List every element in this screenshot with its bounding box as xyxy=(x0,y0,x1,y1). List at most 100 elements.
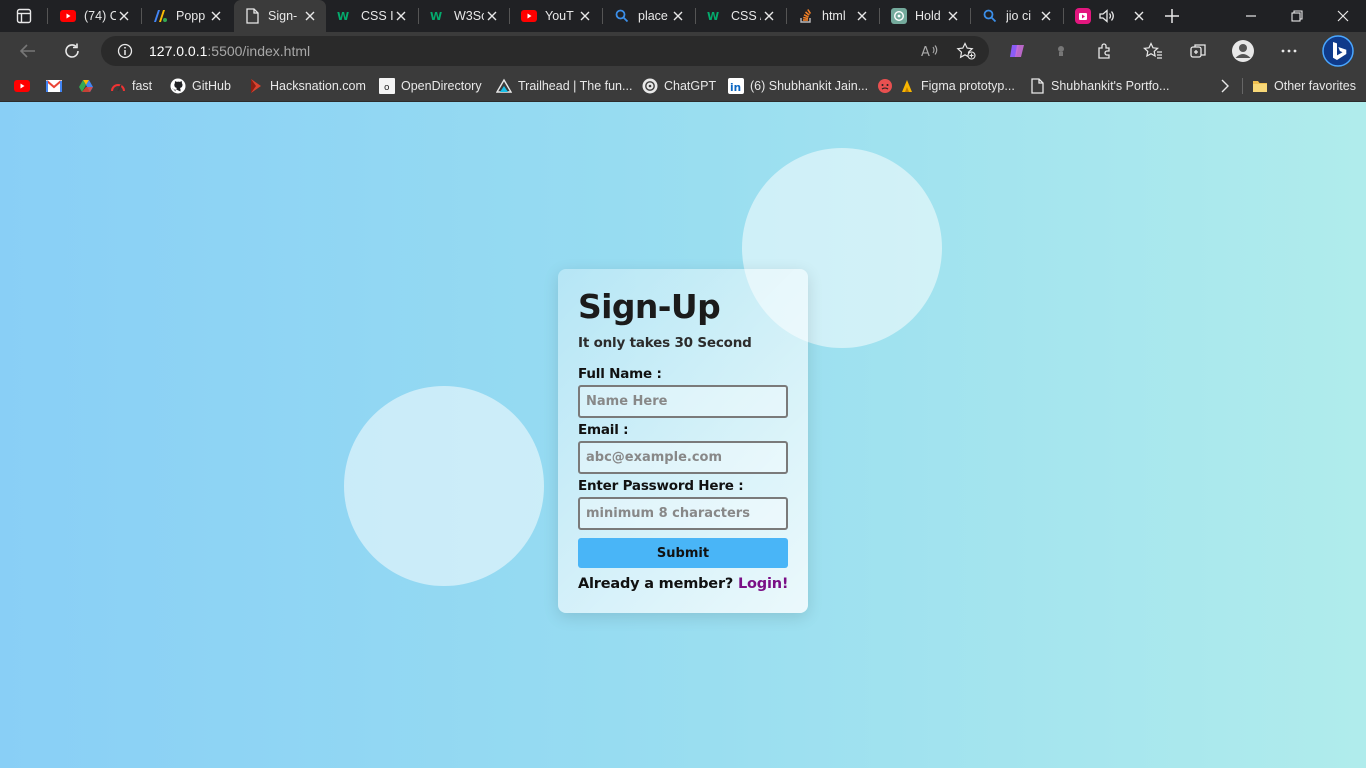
bookmarks-separator xyxy=(1242,78,1243,94)
bookmark-label: ChatGPT xyxy=(664,79,717,93)
tab-w3-css[interactable]: W CSS I xyxy=(327,0,417,32)
bing-icon[interactable] xyxy=(1322,35,1354,67)
bookmark-linkedin[interactable]: in (6) Shubhankit Jain... xyxy=(728,76,868,96)
bookmark-trailhead[interactable]: Trailhead | The fun... xyxy=(496,76,632,96)
close-icon[interactable] xyxy=(577,8,593,24)
tab-separator xyxy=(970,8,971,24)
tab-w3-css-2[interactable]: W CSS / xyxy=(697,0,785,32)
collections-icon[interactable] xyxy=(1183,37,1213,65)
tab-stackoverflow[interactable]: html xyxy=(788,0,878,32)
favorites-icon[interactable] xyxy=(1138,37,1168,65)
tab-chatgpt[interactable]: Hold xyxy=(881,0,969,32)
page-icon xyxy=(244,8,260,24)
password-input[interactable] xyxy=(578,497,788,530)
tab-separator xyxy=(1063,8,1064,24)
close-icon[interactable] xyxy=(854,8,870,24)
bookmark-youtube[interactable] xyxy=(14,76,36,96)
folder-icon xyxy=(1252,78,1268,94)
url-text: 127.0.0.1:5500/index.html xyxy=(149,43,310,59)
tab-title: W3Sc xyxy=(454,9,484,23)
tab-signup[interactable]: Sign- xyxy=(234,0,326,32)
linkedin-icon: in xyxy=(728,78,744,94)
login-link[interactable]: Login! xyxy=(738,576,788,592)
close-icon[interactable] xyxy=(945,8,961,24)
w3-icon: W xyxy=(430,8,446,24)
tab-separator xyxy=(509,8,510,24)
chatgpt-icon xyxy=(642,78,658,94)
tab-separator xyxy=(418,8,419,24)
tab-media-playing[interactable] xyxy=(1065,0,1155,32)
bookmark-label: Figma prototyp... xyxy=(921,79,1015,93)
svg-text:A: A xyxy=(921,45,930,59)
bookmark-gmail[interactable] xyxy=(46,76,68,96)
bookmark-portfolio[interactable]: Shubhankit's Portfo... xyxy=(1029,76,1169,96)
more-menu-icon[interactable] xyxy=(1274,37,1304,65)
github-icon xyxy=(170,78,186,94)
extension-dot-icon[interactable] xyxy=(1046,37,1076,65)
signup-title: Sign-Up xyxy=(578,287,721,326)
minimize-button[interactable] xyxy=(1228,0,1274,32)
site-info-icon[interactable] xyxy=(115,41,135,61)
tab-youtube-2[interactable]: YouT xyxy=(511,0,601,32)
tab-search-place[interactable]: place xyxy=(604,0,694,32)
close-icon[interactable] xyxy=(484,8,500,24)
close-icon[interactable] xyxy=(116,8,132,24)
add-favorite-icon[interactable] xyxy=(955,41,977,61)
tab-separator xyxy=(695,8,696,24)
address-bar[interactable]: 127.0.0.1:5500/index.html A xyxy=(101,36,989,66)
bookmark-drive[interactable] xyxy=(78,76,100,96)
new-tab-button[interactable] xyxy=(1160,4,1184,28)
close-icon[interactable] xyxy=(1131,8,1147,24)
tab-search-jio[interactable]: jio ci xyxy=(972,0,1062,32)
search-icon xyxy=(982,8,998,24)
bookmark-github[interactable]: GitHub xyxy=(170,76,231,96)
url-path: :5500/index.html xyxy=(207,43,311,59)
page-viewport: Sign-Up It only takes 30 Second Full Nam… xyxy=(0,102,1366,768)
submit-button[interactable]: Submit xyxy=(578,538,788,568)
bookmark-figma[interactable]: Figma prototyp... xyxy=(877,76,1015,96)
bookmark-fast[interactable]: fast xyxy=(110,76,152,96)
close-icon[interactable] xyxy=(670,8,686,24)
password-label: Enter Password Here : xyxy=(578,478,744,494)
back-button[interactable] xyxy=(13,37,43,65)
email-label: Email : xyxy=(578,422,629,438)
close-icon[interactable] xyxy=(393,8,409,24)
svg-text:in: in xyxy=(730,82,741,94)
restore-button[interactable] xyxy=(1274,0,1320,32)
chevron-right-icon xyxy=(1217,78,1233,94)
youtube-icon xyxy=(521,8,537,24)
profile-avatar[interactable] xyxy=(1228,37,1258,65)
tab-title: Hold xyxy=(915,9,941,23)
read-aloud-icon[interactable]: A xyxy=(919,41,941,61)
browser-toolbar: 127.0.0.1:5500/index.html A xyxy=(0,32,1366,70)
bookmark-hacksnation[interactable]: Hacksnation.com xyxy=(248,76,366,96)
close-icon[interactable] xyxy=(208,8,224,24)
trailhead-icon xyxy=(496,78,512,94)
tab-youtube-1[interactable]: (74) C xyxy=(50,0,140,32)
tab-actions-icon[interactable] xyxy=(10,4,38,28)
bookmark-opendirectory[interactable]: o OpenDirectory xyxy=(379,76,482,96)
close-icon[interactable] xyxy=(302,8,318,24)
extensions-icon[interactable] xyxy=(1090,37,1120,65)
tab-poppins[interactable]: Popp xyxy=(142,0,232,32)
tab-separator xyxy=(786,8,787,24)
w3-icon: W xyxy=(707,8,723,24)
refresh-button[interactable] xyxy=(57,37,87,65)
close-window-button[interactable] xyxy=(1320,0,1366,32)
bookmarks-overflow-chevron-icon[interactable] xyxy=(1217,76,1233,96)
stackoverflow-icon xyxy=(798,8,814,24)
bookmark-chatgpt[interactable]: ChatGPT xyxy=(642,76,716,96)
bookmark-other-favorites[interactable]: Other favorites xyxy=(1252,76,1356,96)
close-icon[interactable] xyxy=(1038,8,1054,24)
email-input[interactable] xyxy=(578,441,788,474)
copilot-icon[interactable] xyxy=(1002,37,1032,65)
youtube-icon xyxy=(14,78,30,94)
search-icon xyxy=(614,8,630,24)
speaker-icon[interactable] xyxy=(1099,8,1115,24)
fullname-input[interactable] xyxy=(578,385,788,418)
tab-w3schools[interactable]: W W3Sc xyxy=(420,0,508,32)
bookmark-label: (6) Shubhankit Jain... xyxy=(750,79,869,93)
close-icon[interactable] xyxy=(761,8,777,24)
svg-text:W: W xyxy=(430,10,442,23)
hacksnation-icon xyxy=(248,78,264,94)
